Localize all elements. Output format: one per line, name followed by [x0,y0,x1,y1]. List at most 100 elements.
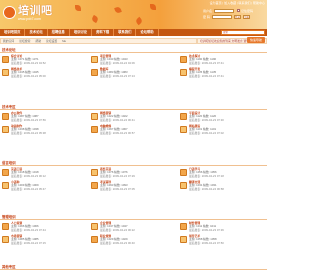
login-button[interactable]: 登录 [233,15,241,19]
forum-folder-icon [180,223,187,230]
forum-item[interactable]: 财务管理 主题: 1011 帖数: 1011 最后发表: 2009-04-23 07… [178,220,267,233]
forum-folder-icon [91,223,98,230]
forum-last-post: 最后发表: 2009-04-24 05:38 [11,130,46,135]
logo-emblem-icon [3,6,16,19]
forum-grid: 人力资源 主题: 1066 帖数: 1066 最后发表: 2009-04-23 07… [0,220,267,246]
forum-item[interactable]: 网站建设 主题: 1101 帖数: 1101 最后发表: 2009-04-24 07… [178,123,267,136]
forum-folder-icon [2,56,9,63]
forum-folder-icon [2,182,9,189]
forum-item[interactable]: 小语种 主题: 1009 帖数: 1009 最后发表: 2009-04-24 05:… [0,179,89,192]
forum-item[interactable]: 技术探讨 主题: 1190 帖数: 1190 最后发表: 2009-04-23 07… [178,53,267,66]
username-label: 用户名 [203,8,213,13]
nav-item-help[interactable]: 论坛帮助 [136,29,159,36]
forum-last-post: 最后发表: 2009-04-23 07:05 [100,186,135,191]
quick-nav-button[interactable]: 快速导航 [247,37,265,43]
forum-folder-icon [2,126,9,133]
forum-item[interactable]: 网络营销 主题: 1022 帖数: 1022 最后发表: 2009-04-24 06… [89,110,178,123]
maple-leaves-decoration [70,2,160,28]
forum-last-post: 最后发表: 2009-04-24 07:41 [189,73,224,78]
forum-item[interactable]: 考试辅导 主题: 1093 帖数: 1093 最后发表: 2009-04-23 07… [89,179,178,192]
forum-section: 语言培训 英语口语 主题: 1018 帖数: 1018 最后发表: 2009-04-2… [0,160,267,192]
forum-folder-icon [180,236,187,243]
forum-last-post: 最后发表: 2009-04-24 07:29 [100,173,135,178]
sub-link-search[interactable]: 论坛搜索 [19,39,30,43]
sub-links: 我的空间 论坛搜索 帮助 论坛设置 Me [0,37,197,44]
forum-last-post: 最后发表: 2009-04-24 06:22 [100,227,135,232]
forum-last-post: 最后发表: 2009-04-24 04:06 [100,60,135,65]
forum-last-post: 最后发表: 2009-04-23 07:13 [100,73,135,78]
forum-last-post: 最后发表: 2009-04-23 07:44 [11,227,46,232]
forum-item[interactable]: 项目管理 主题: 1043 帖数: 1043 最后发表: 2009-04-24 04… [89,53,178,66]
forum-item[interactable]: 办公软件 主题: 1087 帖数: 1087 最后发表: 2009-04-23 07… [0,110,89,123]
forum-grid: 综合讨论 主题: 1071 帖数: 1371 最后发表: 2009-04-23 04… [0,53,267,79]
nav-item-tech[interactable]: 技术论坛 [25,29,48,36]
forum-folder-icon [180,69,187,76]
username-input[interactable] [214,8,235,13]
sub-link-settings[interactable]: 论坛设置 [46,39,57,43]
forum-item[interactable]: 平面设计 主题: 1120 帖数: 1120 最后发表: 2009-04-23 07… [178,110,267,123]
forum-folder-icon [180,56,187,63]
nav-search-input[interactable]: 搜索 [221,30,265,35]
forum-item[interactable]: 人力资源 主题: 1066 帖数: 1066 最后发表: 2009-04-23 07… [0,220,89,233]
password-input[interactable] [211,15,232,19]
forum-folder-icon [180,126,187,133]
forum-folder-icon [91,56,98,63]
forum-item[interactable]: 编程开发 主题: 1135 帖数: 1135 最后发表: 2009-04-24 07… [178,66,267,79]
sub-link-me[interactable]: Me [62,39,66,43]
login-form: 用户名 记住密码 密 码 登录 注册 [203,8,263,26]
forum-grid: 英语口语 主题: 1018 帖数: 1018 最后发表: 2009-04-23 06… [0,166,267,192]
forum-last-post: 最后发表: 2009-04-23 07:56 [11,117,46,122]
remember-checkbox[interactable] [237,9,241,12]
sub-link-space[interactable]: 我的空间 [3,39,14,43]
register-button[interactable]: 注册 [242,15,250,19]
forum-item[interactable]: 综合讨论 主题: 1071 帖数: 1371 最后发表: 2009-04-23 04… [0,53,89,66]
forum-last-post: 最后发表: 2009-04-23 04:52 [11,60,46,65]
nav-item-jobs[interactable]: 招聘信息 [48,29,70,36]
nav-item-home[interactable]: 培训吧首页 [0,29,26,36]
forum-section: 其他专区 [0,264,267,270]
forum-folder-icon [180,169,187,176]
top-links[interactable]: 设为首页 | 加入收藏 | 联系我们 | 帮助中心 [210,1,265,5]
sub-toolbar: 我的空间 论坛搜索 帮助 论坛设置 Me 培训吧论坛欢迎您的到来 文明发言 遵守… [0,37,267,44]
logo-text: 培训吧 [18,5,53,17]
forum-folder-icon [180,113,187,120]
forum-item[interactable]: 动画制作 主题: 1038 帖数: 1038 最后发表: 2009-04-24 05… [0,123,89,136]
forum-last-post: 最后发表: 2009-04-24 07:50 [189,240,224,245]
nav-item-download[interactable]: 资料下载 [92,29,115,36]
nav-item-discuss[interactable]: 培训讨论 [70,29,93,36]
remember-label: 记住密码 [241,8,254,13]
sub-link-help[interactable]: 帮助 [35,39,41,43]
forum-folder-icon [2,113,9,120]
logo-url: www.pxb7.com [18,17,41,21]
forum-grid: 办公软件 主题: 1087 帖数: 1087 最后发表: 2009-04-23 07… [0,110,267,136]
forum-last-post: 最后发表: 2009-04-23 06:40 [100,240,135,245]
forum-item[interactable]: 电脑维修 主题: 1067 帖数: 1067 最后发表: 2009-04-23 06… [89,123,178,136]
forum-folder-icon [91,126,98,133]
password-label: 密 码 [203,15,210,19]
forum-folder-icon [180,182,187,189]
forum-folder-icon [2,69,9,76]
forum-last-post: 最后发表: 2009-04-24 06:58 [189,186,224,191]
forum-item[interactable]: 企业管理 主题: 1047 帖数: 1047 最后发表: 2009-04-24 06… [89,220,178,233]
forum-item[interactable]: 翻译交流 主题: 1031 帖数: 1031 最后发表: 2009-04-24 06… [178,179,267,192]
forum-item[interactable]: 领导艺术 主题: 1058 帖数: 1058 最后发表: 2009-04-24 07… [178,233,267,246]
forum-item[interactable]: 数据库 主题: 1083 帖数: 1083 最后发表: 2009-04-23 07:… [89,66,178,79]
forum-item[interactable]: 日语学习 主题: 1056 帖数: 1056 最后发表: 2009-04-23 07… [178,166,267,179]
forum-item[interactable]: 英语口语 主题: 1018 帖数: 1018 最后发表: 2009-04-23 06… [0,166,89,179]
forum-last-post: 最后发表: 2009-04-24 05:47 [11,186,46,191]
forum-last-post: 最后发表: 2009-04-24 05:00 [11,73,46,78]
forum-folder-icon [91,69,98,76]
forum-folder-icon [91,236,98,243]
forum-item[interactable]: 职业规划 主题: 1029 帖数: 1029 最后发表: 2009-04-23 06… [89,233,178,246]
forum-section: 技术专区 办公软件 主题: 1087 帖数: 1087 最后发表: 2009-04-2… [0,104,267,136]
forum-item[interactable]: 市场营销 主题: 1085 帖数: 1085 最后发表: 2009-04-24 07… [0,233,89,246]
forum-section: 技术论坛 综合讨论 主题: 1071 帖数: 1371 最后发表: 2009-04-2… [0,47,267,79]
nav-item-contact[interactable]: 联系我们 [114,29,137,36]
forum-folder-icon [91,169,98,176]
forum-last-post: 最后发表: 2009-04-23 06:12 [11,173,46,178]
site-logo[interactable]: 培训吧 www.pxb7.com [3,6,61,22]
section-title[interactable]: 其他专区 [0,264,267,270]
forum-item[interactable]: 商务英语 主题: 1076 帖数: 1076 最后发表: 2009-04-24 07… [89,166,178,179]
forum-item[interactable]: 网络技术 主题: 1045 帖数: 1045 最后发表: 2009-04-24 05… [0,66,89,79]
forum-last-post: 最后发表: 2009-04-23 07:36 [189,227,224,232]
